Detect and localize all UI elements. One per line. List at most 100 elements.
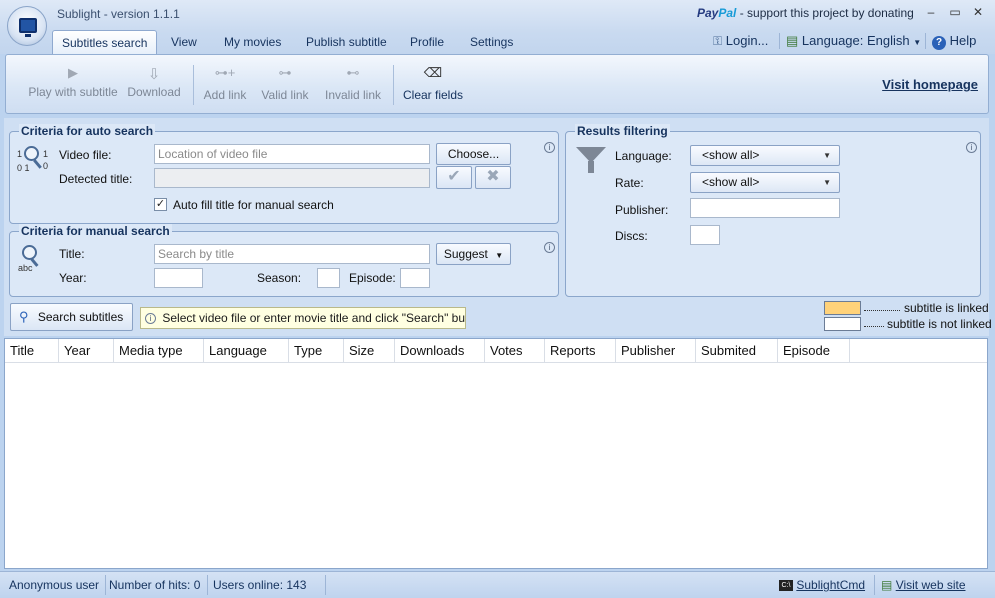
login-label: Login... — [725, 33, 769, 48]
grid-header: Title Year Media type Language Type Size… — [5, 339, 987, 363]
search-subtitles-label: Search subtitles — [37, 310, 124, 324]
add-link-button[interactable]: ⊶+ Add link — [200, 55, 250, 113]
season-label: Season: — [257, 271, 302, 285]
year-input[interactable] — [154, 268, 203, 288]
episode-input[interactable] — [400, 268, 430, 288]
title-input[interactable]: Search by title — [154, 244, 430, 264]
tab-profile[interactable]: Profile — [401, 30, 453, 54]
column-header-submited[interactable]: Submited — [696, 339, 778, 363]
info-icon: i — [145, 313, 156, 325]
broken-link-icon: ⊷ — [346, 65, 360, 80]
status-bar: Anonymous user Number of hits: 0 Users o… — [0, 571, 995, 598]
results-grid[interactable]: Title Year Media type Language Type Size… — [4, 338, 988, 569]
visit-homepage-link[interactable]: Visit homepage — [882, 77, 978, 92]
not-linked-legend-label: subtitle is not linked — [887, 317, 992, 331]
rate-filter-label: Rate: — [615, 176, 644, 190]
valid-link-icon: ⊶ — [278, 65, 292, 80]
user-key-icon: ⚿ — [713, 34, 723, 48]
minimize-button[interactable]: – — [920, 3, 942, 21]
column-header-type[interactable]: Type — [289, 339, 344, 363]
season-input[interactable] — [317, 268, 340, 288]
add-link-icon: ⊶+ — [214, 65, 236, 80]
info-icon[interactable]: i — [544, 142, 555, 153]
column-header-episode[interactable]: Episode — [778, 339, 850, 363]
tab-settings[interactable]: Settings — [461, 30, 522, 54]
manual-search-title: Criteria for manual search — [19, 224, 172, 238]
tab-subtitles-search[interactable]: Subtitles search — [52, 30, 158, 54]
column-header-title[interactable]: Title — [5, 339, 59, 363]
app-menu-button[interactable] — [7, 6, 47, 46]
magnifier-binary-icon: 1 1 0 1 0 — [17, 145, 51, 175]
login-button[interactable]: ⚿ Login... — [713, 31, 768, 51]
cross-icon: ✖ — [486, 168, 500, 185]
status-separator — [105, 575, 106, 595]
funnel-stem — [588, 161, 594, 173]
reject-title-button[interactable]: ✖ — [475, 166, 511, 189]
column-header-reports[interactable]: Reports — [545, 339, 616, 363]
publisher-filter-input[interactable] — [690, 198, 840, 218]
window-title: Sublight - version 1.1.1 — [57, 7, 180, 21]
help-button[interactable]: ? Help — [932, 31, 976, 51]
invalid-link-label: Invalid link — [324, 88, 382, 102]
confirm-title-button[interactable]: ✔ — [436, 166, 472, 189]
donate-link[interactable]: PayPal - support this project by donatin… — [697, 6, 914, 20]
separator — [779, 33, 780, 49]
ribbon-separator — [393, 65, 394, 105]
download-button[interactable]: ⇩ Download — [124, 55, 184, 113]
column-header-year[interactable]: Year — [59, 339, 114, 363]
choose-button[interactable]: Choose... — [436, 143, 511, 165]
video-file-label: Video file: — [59, 148, 112, 162]
column-header-language[interactable]: Language — [204, 339, 289, 363]
paypal-logo-pal: Pal — [718, 6, 737, 20]
rate-filter-value: <show all> — [702, 175, 760, 189]
maximize-button[interactable]: ▭ — [944, 3, 966, 21]
column-header-publisher[interactable]: Publisher — [616, 339, 696, 363]
episode-label: Episode: — [349, 271, 396, 285]
checkmark-icon: ✔ — [447, 168, 461, 185]
language-filter-select[interactable]: <show all> ▼ — [690, 145, 840, 166]
language-label: Language: English — [801, 33, 910, 48]
tab-my-movies[interactable]: My movies — [215, 30, 290, 54]
suggest-button[interactable]: Suggest ▼ — [436, 243, 511, 265]
search-subtitles-button[interactable]: ⚲ Search subtitles — [10, 303, 133, 331]
chevron-down-icon: ▼ — [913, 38, 922, 47]
legend-leader — [864, 310, 900, 311]
linked-legend-label: subtitle is linked — [904, 301, 989, 315]
title-label: Title: — [59, 247, 85, 261]
ribbon-toolbar: ▶ Play with subtitle ⇩ Download ⊶+ Add l… — [5, 54, 989, 114]
search-icon: ⚲ — [19, 309, 29, 324]
auto-fill-checkbox[interactable]: ✓ — [154, 198, 167, 211]
sublightcmd-link[interactable]: C:\ SublightCmd — [779, 576, 865, 594]
tab-view[interactable]: View — [162, 30, 206, 54]
status-separator — [325, 575, 326, 595]
visit-web-site-link[interactable]: ▤ Visit web site — [881, 576, 966, 594]
rate-filter-select[interactable]: <show all> ▼ — [690, 172, 840, 193]
results-filtering-title: Results filtering — [575, 124, 670, 138]
column-header-downloads[interactable]: Downloads — [395, 339, 485, 363]
invalid-link-button[interactable]: ⊷ Invalid link — [322, 55, 384, 113]
info-icon[interactable]: i — [544, 242, 555, 253]
donate-text: - support this project by donating — [739, 6, 914, 20]
separator — [925, 33, 926, 49]
tab-publish-subtitle[interactable]: Publish subtitle — [297, 30, 396, 54]
language-menu[interactable]: ▤ Language: English ▼ — [786, 31, 921, 51]
hint-text: Select video file or enter movie title a… — [162, 311, 466, 325]
info-icon[interactable]: i — [966, 142, 977, 153]
column-header-media-type[interactable]: Media type — [114, 339, 204, 363]
auto-fill-label: Auto fill title for manual search — [173, 198, 334, 212]
user-status: Anonymous user — [9, 578, 100, 592]
column-header-size[interactable]: Size — [344, 339, 395, 363]
video-file-input[interactable]: Location of video file — [154, 144, 430, 164]
play-with-subtitle-button[interactable]: ▶ Play with subtitle — [18, 55, 128, 113]
valid-link-button[interactable]: ⊶ Valid link — [258, 55, 312, 113]
not-linked-swatch — [824, 317, 861, 331]
eraser-icon: ⌫ — [423, 65, 443, 80]
close-button[interactable]: ✕ — [967, 3, 989, 21]
paypal-logo-pay: Pay — [697, 6, 719, 20]
auto-search-title: Criteria for auto search — [19, 124, 156, 138]
detected-title-label: Detected title: — [59, 172, 133, 186]
column-header-votes[interactable]: Votes — [485, 339, 545, 363]
clear-fields-label: Clear fields — [402, 88, 464, 102]
discs-filter-input[interactable] — [690, 225, 720, 245]
clear-fields-button[interactable]: ⌫ Clear fields — [400, 55, 466, 113]
